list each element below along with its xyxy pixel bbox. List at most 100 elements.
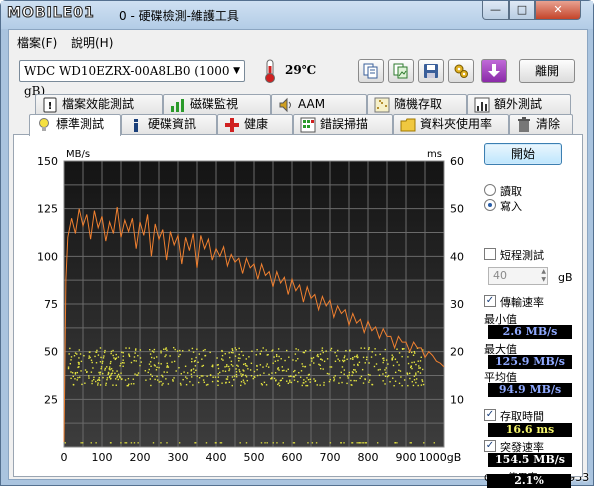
access-time-point xyxy=(351,442,353,444)
access-time-point xyxy=(294,369,296,372)
access-time-point xyxy=(304,365,307,368)
access-time-point xyxy=(221,349,223,352)
access-time-point xyxy=(250,375,253,377)
access-time-point xyxy=(163,348,165,350)
access-time-point xyxy=(226,365,228,368)
access-time-point xyxy=(319,364,321,366)
access-time-point xyxy=(166,362,168,365)
min-value: 2.6 MB/s xyxy=(488,325,572,339)
access-time-point xyxy=(314,380,316,382)
access-time-point xyxy=(238,369,240,371)
access-time-point xyxy=(323,381,325,384)
minimize-button[interactable]: — xyxy=(482,1,509,20)
access-time-point xyxy=(150,356,153,359)
options-button[interactable] xyxy=(448,59,474,83)
access-time-point xyxy=(343,356,345,359)
access-time-point xyxy=(363,442,365,444)
access-time-point xyxy=(190,373,193,375)
copy-text-button[interactable] xyxy=(358,59,384,83)
access-time-point xyxy=(191,360,193,363)
access-time-point xyxy=(271,372,273,374)
access-time-point xyxy=(198,377,201,379)
access-time-point xyxy=(385,371,387,374)
access-time-point xyxy=(106,377,109,379)
copy-image-button[interactable] xyxy=(388,59,414,83)
access-time-point xyxy=(91,361,93,364)
access-time-point xyxy=(74,372,77,374)
read-radio[interactable] xyxy=(484,184,496,196)
access-time-point xyxy=(217,373,219,375)
burst-rate-checkbox[interactable]: ✓ xyxy=(484,440,496,452)
access-time-point xyxy=(384,369,386,371)
access-time-point xyxy=(235,349,238,351)
y2-tick-label: 30 xyxy=(450,298,464,311)
stepper-arrows-icon[interactable]: ▲ ▼ xyxy=(541,268,546,284)
close-button[interactable]: ✕ xyxy=(535,1,581,20)
short-test-size-stepper[interactable]: 40 ▲ ▼ xyxy=(488,267,548,285)
access-time-point xyxy=(273,356,275,358)
y2-tick-label: 20 xyxy=(450,346,464,359)
access-time-point xyxy=(263,381,266,384)
access-time-point xyxy=(411,381,413,383)
access-time-point xyxy=(321,347,324,349)
exit-button[interactable]: 離開 xyxy=(519,59,575,83)
access-time-point xyxy=(371,351,373,353)
access-time-point xyxy=(212,364,214,366)
access-time-point xyxy=(133,356,136,358)
svg-text:!: ! xyxy=(48,101,53,112)
tab-disk-monitor[interactable]: 磁碟監視 xyxy=(163,94,271,114)
access-time-point xyxy=(110,373,113,375)
transfer-rate-checkbox[interactable]: ✓ xyxy=(484,295,496,307)
tab-extra-tests[interactable]: 額外測試 xyxy=(467,94,571,114)
access-time-point xyxy=(73,355,76,357)
y-tick-label: 100 xyxy=(37,250,58,263)
access-time-point xyxy=(77,376,79,379)
x-tick-label: 700 xyxy=(320,451,341,464)
menu-file[interactable]: 檔案(F) xyxy=(17,34,57,51)
access-time-point xyxy=(238,347,240,350)
access-time-point xyxy=(149,361,152,363)
access-time-point xyxy=(191,347,194,350)
access-time-point xyxy=(407,384,409,387)
title-bar[interactable]: MOBILE01 0 - 硬碟檢測-維護工具 — □ ✕ xyxy=(1,1,593,29)
standard-test-panel: 25 50 75 100 125 150 10 20 30 40 50 60 MB/s ms 0 100 200… xyxy=(13,134,583,484)
access-time-point xyxy=(110,442,112,444)
access-time-point xyxy=(76,379,78,381)
menu-help[interactable]: 說明(H) xyxy=(71,34,113,51)
short-test-checkbox[interactable] xyxy=(484,248,496,260)
access-time-point xyxy=(202,364,205,367)
tab-health[interactable]: 健康 xyxy=(217,114,293,134)
access-time-point xyxy=(382,357,384,360)
tab-error-scan[interactable]: 錯誤掃描 xyxy=(293,114,393,134)
tab-file-benchmark[interactable]: ! 檔案效能測試 xyxy=(35,94,163,114)
access-time-point xyxy=(174,348,176,351)
access-time-point xyxy=(173,377,175,379)
access-time-point xyxy=(130,442,133,444)
save-button[interactable] xyxy=(418,59,444,83)
tab-aam[interactable]: AAM xyxy=(271,94,367,114)
access-time-point xyxy=(154,378,156,381)
access-time-point xyxy=(99,373,101,375)
tab-folder-usage[interactable]: 資料夾使用率 xyxy=(393,114,509,134)
access-time-point xyxy=(303,382,305,384)
access-time-point xyxy=(134,373,136,375)
download-button[interactable] xyxy=(481,59,507,83)
access-time-point xyxy=(371,383,373,386)
tab-disk-info[interactable]: 硬碟資訊 xyxy=(121,114,217,134)
access-time-checkbox[interactable]: ✓ xyxy=(484,409,496,421)
maximize-button[interactable]: □ xyxy=(509,1,535,20)
write-radio[interactable] xyxy=(484,199,496,211)
access-time-point xyxy=(153,364,156,366)
access-time-point xyxy=(262,347,264,349)
tab-standard-test[interactable]: 標準測試 xyxy=(29,114,121,136)
access-time-point xyxy=(95,362,98,364)
access-time-point xyxy=(359,442,361,444)
start-button[interactable]: 開始 xyxy=(484,143,562,165)
tab-erase[interactable]: 清除 xyxy=(509,114,573,134)
tab-label: 隨機存取 xyxy=(394,97,443,111)
access-time-point xyxy=(391,358,394,360)
access-time-point xyxy=(211,365,214,368)
drive-select[interactable]: WDC WD10EZRX-00A8LB0 (1000 gB) ▼ xyxy=(19,60,245,98)
y2-tick-label: 40 xyxy=(450,250,464,263)
tab-random-access[interactable]: 隨機存取 xyxy=(367,94,467,114)
